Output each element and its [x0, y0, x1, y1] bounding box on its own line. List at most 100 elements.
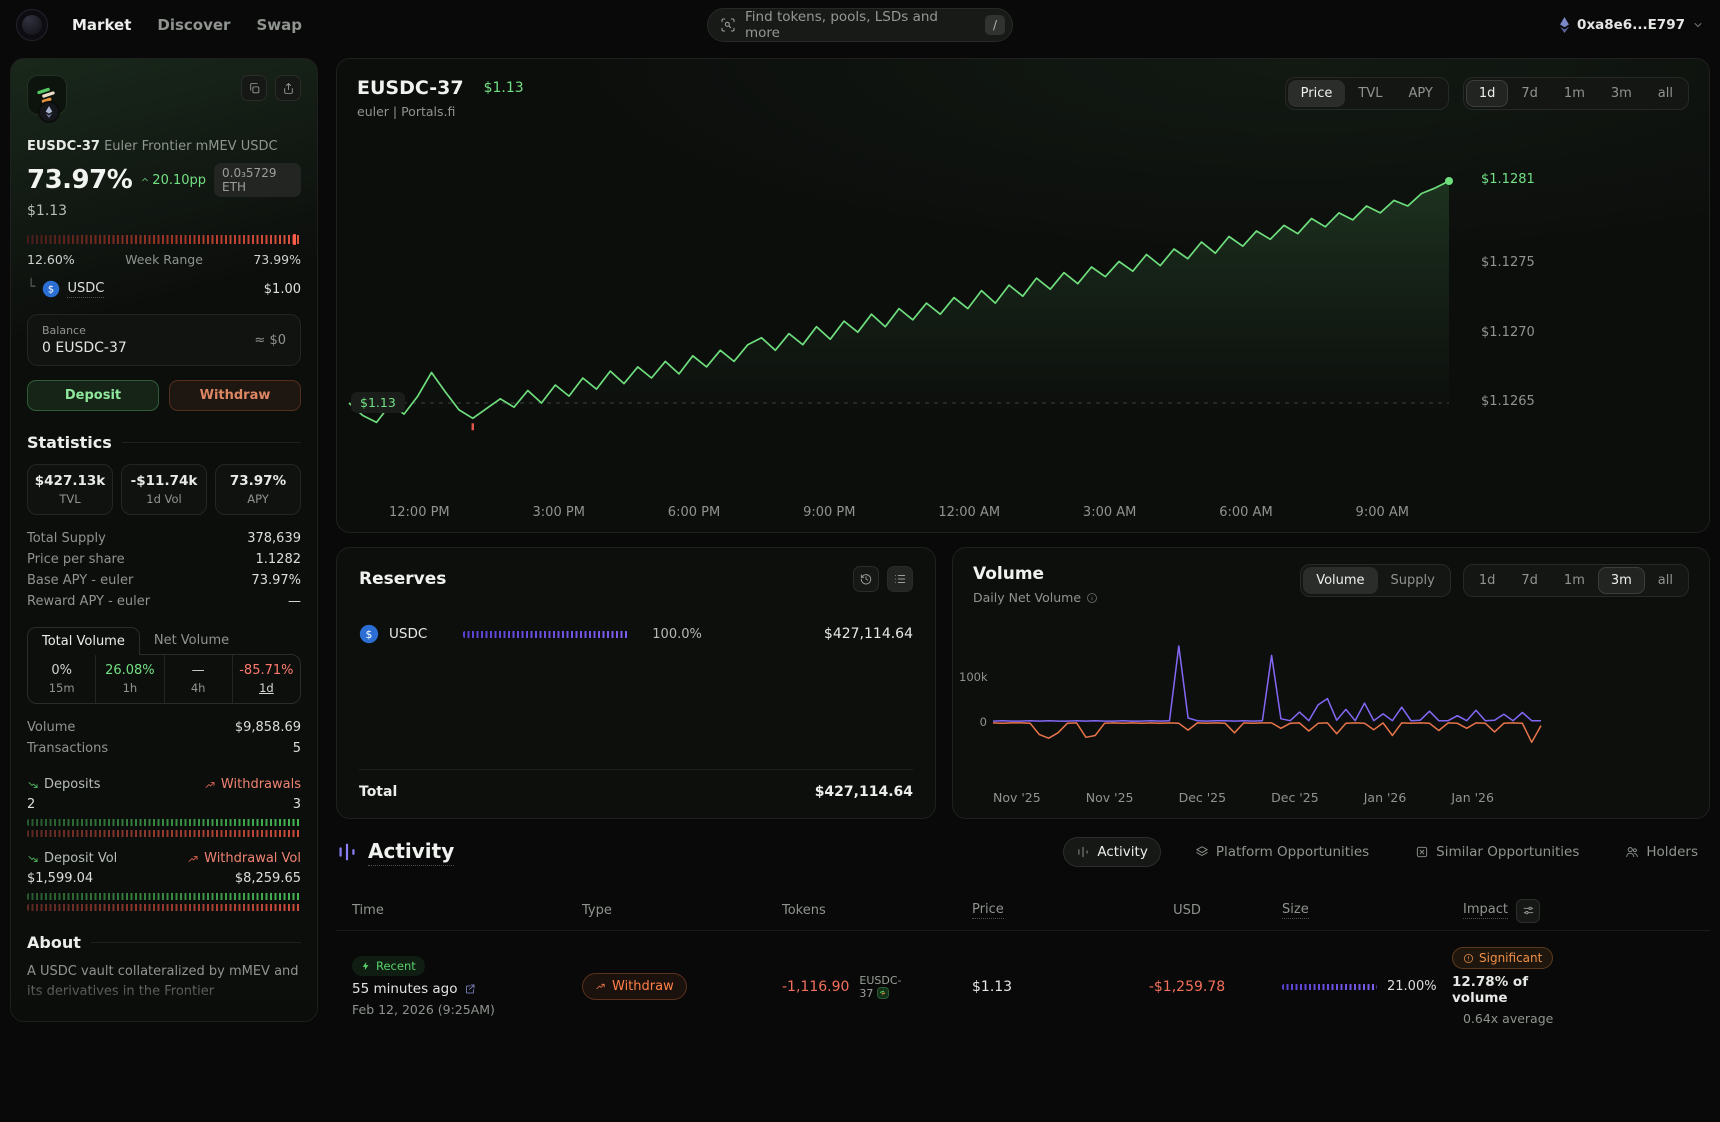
week-range-track	[27, 235, 301, 244]
range-tab-1d[interactable]: 1d	[1466, 80, 1509, 107]
nav-item-discover[interactable]: Discover	[157, 16, 230, 34]
volume-mode-tab-group: VolumeSupply	[1300, 564, 1451, 597]
stat-row-label: Base APY - euler	[27, 570, 133, 591]
volume-x-axis: Nov '25Nov '25Dec '25Dec '25Jan '26Jan '…	[993, 790, 1494, 805]
stat-label: 1d Vol	[126, 492, 202, 506]
reserve-row[interactable]: $ USDC 100.0% $427,114.64	[359, 624, 913, 644]
column-header-impact[interactable]: Impact	[1452, 899, 1540, 923]
withdraw-type-badge: Withdraw	[582, 973, 687, 1000]
nav-item-market[interactable]: Market	[72, 16, 131, 34]
metric-tab-price[interactable]: Price	[1288, 80, 1346, 107]
impact-filter-button[interactable]	[1516, 899, 1540, 923]
activity-tab-platform-opportunities[interactable]: Platform Opportunities	[1183, 838, 1381, 866]
volume-tabs: Total VolumeNet Volume	[27, 627, 301, 654]
table-header-row: TimeTypeTokensPriceUSDSizeImpact	[336, 891, 1710, 931]
stat-row: Price per share1.1282	[27, 549, 301, 570]
stat-row-label: Reward APY - euler	[27, 591, 150, 612]
share-button[interactable]	[275, 75, 301, 101]
withdrawal-vol-value: $8,259.65	[235, 869, 301, 889]
arrow-down-right-icon	[27, 779, 39, 791]
volume-summary: Volume$9,858.69Transactions5	[27, 717, 301, 759]
history-icon	[859, 572, 873, 586]
arrow-down-right-icon	[27, 853, 39, 865]
reserves-title: Reserves	[359, 569, 446, 589]
wallet-button[interactable]: 0xa8e6...E797	[1559, 17, 1704, 33]
copy-address-button[interactable]	[241, 75, 267, 101]
about-text: A USDC vault collateralized by mMEV and …	[27, 962, 301, 1002]
withdraw-button[interactable]: Withdraw	[169, 380, 301, 411]
zap-icon	[361, 961, 371, 971]
withdrawal-vol-label: Withdrawal Vol	[204, 849, 301, 869]
activity-tab-similar-opportunities[interactable]: Similar Opportunities	[1403, 838, 1591, 866]
metric-tab-tvl[interactable]: TVL	[1345, 80, 1395, 107]
volume-panel: Volume Daily Net Volume VolumeSupply 1d7…	[952, 547, 1710, 819]
volume-range-tab-1d[interactable]: 1d	[1466, 567, 1509, 594]
volume-line-chart[interactable]	[993, 636, 1541, 766]
balance-amount: 0 EUSDC-37	[42, 340, 127, 356]
x-axis-label: 9:00 AM	[1356, 505, 1409, 520]
inflow-line	[993, 646, 1541, 721]
week-range-low: 12.60%	[27, 252, 75, 267]
column-header-price[interactable]: Price	[972, 902, 1092, 919]
activity-tab-activity[interactable]: Activity	[1063, 837, 1161, 867]
range-tab-7d[interactable]: 7d	[1508, 80, 1551, 107]
volume-tab-total-volume[interactable]: Total Volume	[27, 627, 140, 655]
baseline-price-chip: $1.13	[351, 392, 405, 413]
reserve-share-bar	[463, 631, 628, 638]
stat-row: Total Supply378,639	[27, 528, 301, 549]
reserve-share-pct: 100.0%	[652, 627, 702, 642]
timeframe-label: 4h	[165, 681, 232, 695]
timeframe-1h[interactable]: 26.08%1h	[95, 655, 163, 703]
nav-item-swap[interactable]: Swap	[256, 16, 302, 34]
week-range-bar	[27, 235, 301, 244]
impact-cell: Significant 12.78% of volume 0.64x avera…	[1452, 947, 1553, 1026]
column-header-label: Tokens	[782, 903, 826, 918]
volume-mode-tab-volume[interactable]: Volume	[1303, 567, 1377, 594]
activity-tab-holders[interactable]: Holders	[1613, 838, 1710, 866]
metric-tab-apy[interactable]: APY	[1395, 80, 1445, 107]
volume-tab-net-volume[interactable]: Net Volume	[140, 627, 243, 654]
search-input[interactable]: Find tokens, pools, LSDs and more /	[707, 8, 1013, 42]
deposit-vol-header: Deposit Vol	[27, 849, 117, 869]
timeframe-1d[interactable]: -85.71%1d	[232, 655, 300, 703]
range-tab-group: 1d7d1m3mall	[1463, 77, 1689, 110]
stat-row-label: Price per share	[27, 549, 125, 570]
volume-x-label: Jan '26	[1364, 790, 1407, 805]
price-line-chart[interactable]	[349, 119, 1449, 491]
timeframe-15m[interactable]: 0%15m	[28, 655, 95, 703]
external-link-icon[interactable]	[464, 983, 476, 995]
wallet-address: 0xa8e6...E797	[1577, 17, 1685, 33]
chart-subtitle: euler | Portals.fi	[357, 104, 464, 119]
deposit-vol-bar	[27, 893, 301, 900]
alert-circle-icon	[1463, 953, 1474, 964]
arrow-up-right-icon	[187, 853, 199, 865]
list-view-button[interactable]	[887, 566, 913, 592]
volume-range-tab-7d[interactable]: 7d	[1508, 567, 1551, 594]
range-tab-1m[interactable]: 1m	[1551, 80, 1598, 107]
history-button[interactable]	[853, 566, 879, 592]
volume-range-tab-1m[interactable]: 1m	[1551, 567, 1598, 594]
week-range-marker	[293, 234, 296, 245]
table-row[interactable]: Recent 55 minutes ago Feb 12, 2026 (9:25…	[336, 931, 1710, 1042]
token-symbol-line1: EUSDC-	[859, 974, 901, 987]
range-tab-3m[interactable]: 3m	[1598, 80, 1645, 107]
volume-range-tab-all[interactable]: all	[1645, 567, 1686, 594]
chart-current-price: $1.13	[484, 80, 524, 96]
deposit-button[interactable]: Deposit	[27, 380, 159, 411]
summary-row: Transactions5	[27, 738, 301, 759]
underlying-token-row[interactable]: └ $ USDC $1.00	[27, 280, 301, 298]
volume-range-tab-3m[interactable]: 3m	[1598, 567, 1645, 594]
column-header-size[interactable]: Size	[1282, 902, 1452, 919]
activity-section: Activity ActivityPlatform OpportunitiesS…	[336, 837, 1710, 1082]
stat-row-value: 378,639	[247, 528, 301, 549]
app-logo[interactable]	[16, 9, 48, 41]
divider	[91, 942, 301, 943]
range-tab-all[interactable]: all	[1645, 80, 1686, 107]
volume-mode-tab-supply[interactable]: Supply	[1378, 567, 1448, 594]
withdrawals-header: Withdrawals	[204, 775, 301, 795]
volume-x-label: Jan '26	[1451, 790, 1494, 805]
price-y-label: $1.1270	[1481, 325, 1551, 340]
timeframe-4h[interactable]: —4h	[164, 655, 232, 703]
arrow-up-right-icon	[595, 981, 606, 992]
balance-usd: ≈ $0	[254, 333, 286, 348]
